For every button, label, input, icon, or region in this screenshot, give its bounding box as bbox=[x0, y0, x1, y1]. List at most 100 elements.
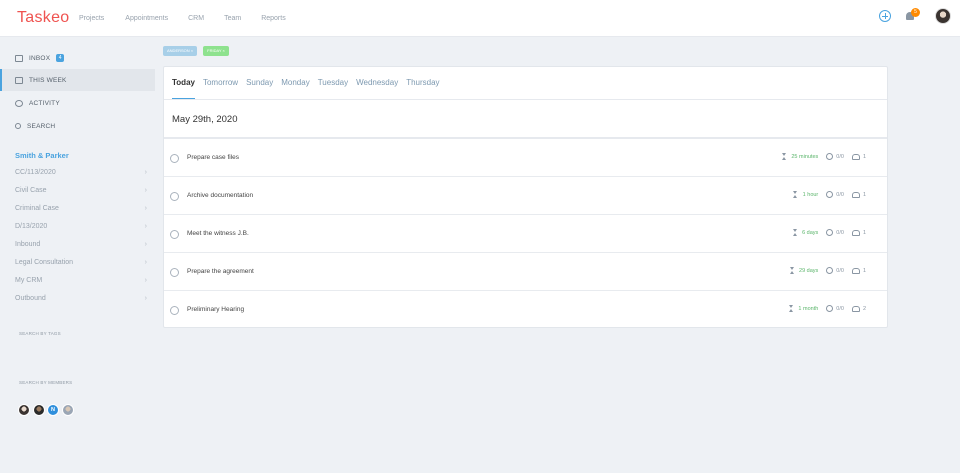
hourglass-icon bbox=[788, 305, 794, 312]
search-icon bbox=[15, 123, 21, 129]
chevron-right-icon: › bbox=[144, 295, 147, 302]
task-estimate: 1 hour bbox=[802, 191, 819, 198]
filter-chip[interactable]: ANDERSON × bbox=[163, 46, 198, 56]
task-subtasks: 0/0 bbox=[836, 267, 844, 274]
inbox-icon bbox=[15, 54, 23, 62]
task-checkbox[interactable] bbox=[170, 268, 179, 277]
member-avatar[interactable] bbox=[32, 404, 45, 416]
task-row[interactable]: Prepare the agreement 29 days 0/0 1 bbox=[164, 253, 887, 291]
member-avatar[interactable]: N bbox=[47, 404, 59, 416]
inbox-count-badge: 4 bbox=[56, 54, 65, 62]
task-people-count: 1 bbox=[862, 191, 866, 198]
task-estimate: 29 days bbox=[799, 267, 819, 274]
sidebar-project[interactable]: Civil Case › bbox=[15, 187, 147, 194]
tasks-card: Today Tomorrow Sunday Monday Tuesday Wed… bbox=[163, 66, 888, 328]
task-meta: 1 month 0/0 2 bbox=[788, 305, 866, 312]
project-label: CC/113/2020 bbox=[15, 169, 56, 176]
sidebar-item-label: THIS WEEK bbox=[29, 76, 67, 84]
check-circle-icon bbox=[826, 267, 834, 274]
chevron-right-icon: › bbox=[144, 259, 147, 266]
search-by-members-label[interactable]: SEARCH BY MEMBERS bbox=[19, 380, 72, 385]
task-title[interactable]: Meet the witness J.B. bbox=[187, 230, 249, 237]
sidebar-item-label: INBOX bbox=[29, 54, 51, 62]
tab-monday[interactable]: Monday bbox=[281, 78, 309, 87]
sidebar-item-this-week[interactable]: THIS WEEK bbox=[0, 69, 155, 91]
chevron-right-icon: › bbox=[144, 277, 147, 284]
sidebar-project[interactable]: CC/113/2020 › bbox=[15, 169, 147, 176]
task-subtasks: 0/0 bbox=[836, 191, 844, 198]
task-row[interactable]: Prepare case files 25 minutes 0/0 1 bbox=[164, 139, 887, 177]
task-meta: 29 days 0/0 1 bbox=[789, 267, 866, 274]
user-avatar[interactable] bbox=[935, 8, 951, 24]
search-by-tags-label[interactable]: SEARCH BY TAGS bbox=[19, 331, 61, 336]
task-title[interactable]: Archive documentation bbox=[187, 192, 253, 199]
active-filters: ANDERSON × FRIDAY × bbox=[163, 46, 235, 56]
tab-sunday[interactable]: Sunday bbox=[246, 78, 273, 87]
sidebar-project[interactable]: Inbound › bbox=[15, 241, 147, 248]
people-icon bbox=[851, 267, 860, 274]
tab-today[interactable]: Today bbox=[172, 78, 195, 100]
sidebar-item-inbox[interactable]: INBOX 4 bbox=[0, 47, 155, 69]
chevron-right-icon: › bbox=[144, 241, 147, 248]
sidebar-item-label: ACTIVITY bbox=[29, 99, 60, 107]
nav-crm[interactable]: CRM bbox=[188, 15, 204, 22]
tab-tuesday[interactable]: Tuesday bbox=[318, 78, 348, 87]
task-people-count: 1 bbox=[862, 153, 866, 160]
hourglass-icon bbox=[781, 153, 787, 160]
task-people-count: 2 bbox=[862, 305, 866, 312]
project-group-title[interactable]: Smith & Parker bbox=[15, 151, 69, 160]
task-row[interactable]: Preliminary Hearing 1 month 0/0 2 bbox=[164, 291, 887, 329]
nav-team[interactable]: Team bbox=[224, 15, 241, 22]
tab-thursday[interactable]: Thursday bbox=[406, 78, 439, 87]
sidebar-item-search[interactable]: SEARCH bbox=[0, 115, 155, 137]
hourglass-icon bbox=[789, 267, 795, 274]
sidebar-item-label: SEARCH bbox=[27, 122, 56, 130]
task-row[interactable]: Meet the witness J.B. 6 days 0/0 1 bbox=[164, 215, 887, 253]
check-circle-icon bbox=[826, 229, 834, 236]
hourglass-icon bbox=[793, 191, 799, 198]
task-title[interactable]: Prepare case files bbox=[187, 154, 239, 161]
task-people-count: 1 bbox=[862, 229, 866, 236]
task-title[interactable]: Preliminary Hearing bbox=[187, 306, 244, 313]
sidebar-project[interactable]: Outbound › bbox=[15, 295, 147, 302]
project-label: Inbound bbox=[15, 241, 41, 248]
people-icon bbox=[851, 153, 860, 160]
notifications-button[interactable]: 5 bbox=[905, 8, 920, 23]
chevron-right-icon: › bbox=[144, 223, 147, 230]
main-nav: Projects Appointments CRM Team Reports bbox=[79, 15, 306, 22]
nav-reports[interactable]: Reports bbox=[261, 15, 286, 22]
tab-wednesday[interactable]: Wednesday bbox=[356, 78, 398, 87]
task-estimate: 25 minutes bbox=[791, 153, 819, 160]
task-title[interactable]: Prepare the agreement bbox=[187, 268, 254, 275]
task-checkbox[interactable] bbox=[170, 230, 179, 239]
people-icon bbox=[851, 191, 860, 198]
task-checkbox[interactable] bbox=[170, 154, 179, 163]
task-row[interactable]: Archive documentation 1 hour 0/0 1 bbox=[164, 177, 887, 215]
sidebar-project[interactable]: D/13/2020 › bbox=[15, 223, 147, 230]
project-label: D/13/2020 bbox=[15, 223, 48, 230]
nav-appointments[interactable]: Appointments bbox=[125, 15, 168, 22]
top-bar: Taskeo Projects Appointments CRM Team Re… bbox=[0, 0, 960, 37]
task-checkbox[interactable] bbox=[170, 192, 179, 201]
member-avatar[interactable] bbox=[61, 404, 74, 416]
notification-badge: 5 bbox=[911, 8, 920, 17]
hourglass-icon bbox=[792, 229, 798, 236]
sidebar-project[interactable]: Legal Consultation › bbox=[15, 259, 147, 266]
project-label: Legal Consultation bbox=[15, 259, 73, 266]
chevron-right-icon: › bbox=[144, 187, 147, 194]
tab-tomorrow[interactable]: Tomorrow bbox=[203, 78, 238, 87]
task-estimate: 6 days bbox=[802, 229, 819, 236]
activity-icon bbox=[15, 99, 23, 107]
sidebar-project[interactable]: Criminal Case › bbox=[15, 205, 147, 212]
check-circle-icon bbox=[826, 153, 834, 160]
calendar-icon bbox=[15, 76, 23, 84]
add-icon[interactable] bbox=[879, 10, 891, 22]
app-logo[interactable]: Taskeo bbox=[17, 9, 70, 27]
filter-chip[interactable]: FRIDAY × bbox=[203, 46, 229, 56]
task-checkbox[interactable] bbox=[170, 306, 179, 315]
task-subtasks: 0/0 bbox=[836, 153, 844, 160]
sidebar-item-activity[interactable]: ACTIVITY bbox=[0, 92, 155, 114]
member-avatar[interactable] bbox=[18, 404, 30, 416]
sidebar-project[interactable]: My CRM › bbox=[15, 277, 147, 284]
nav-projects[interactable]: Projects bbox=[79, 15, 104, 22]
